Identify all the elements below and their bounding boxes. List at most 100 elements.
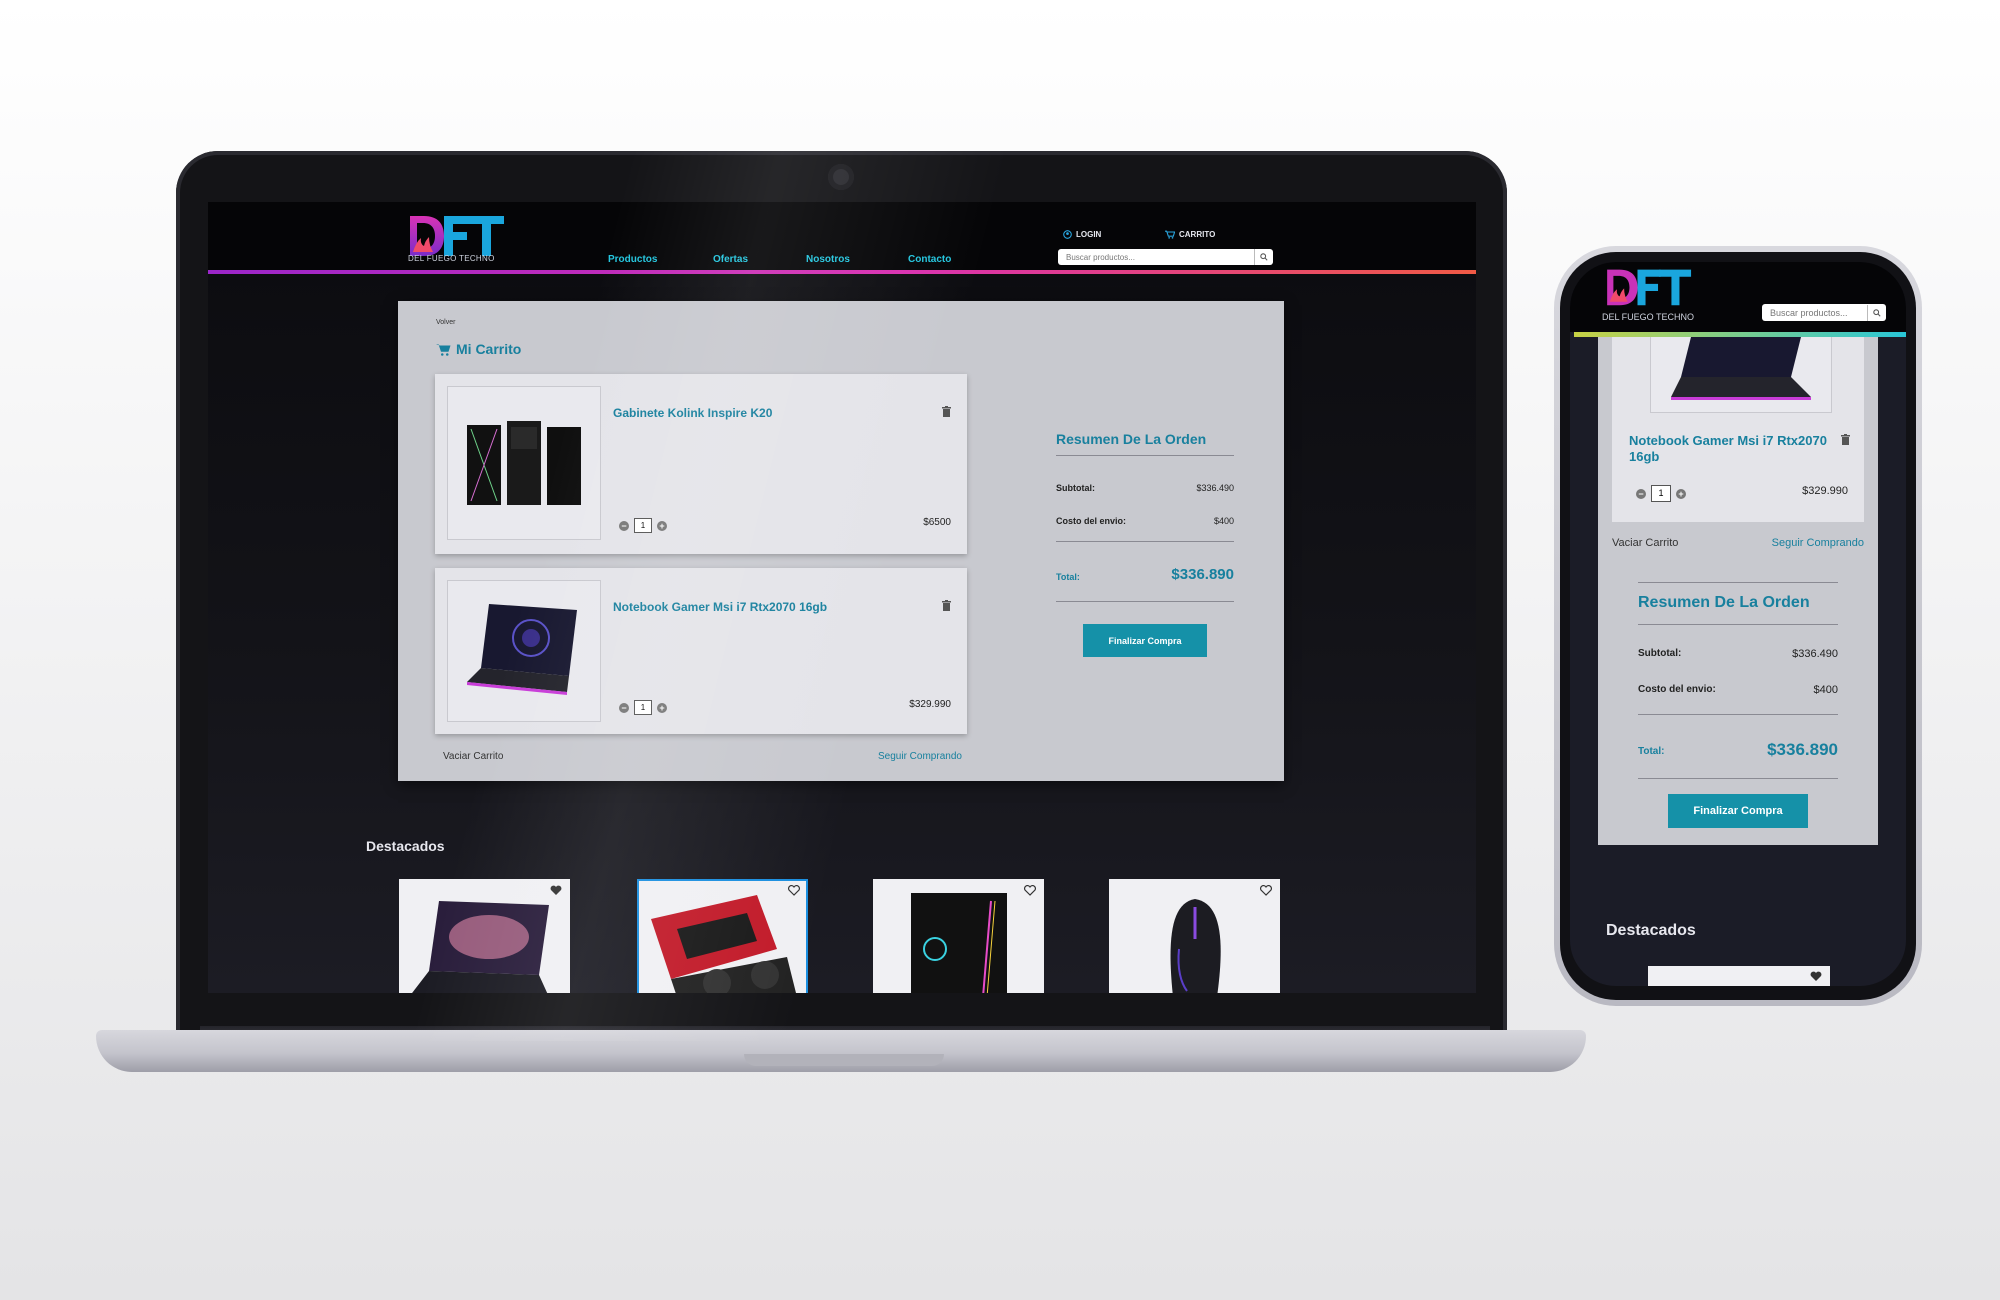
divider bbox=[1638, 582, 1838, 583]
quantity-input[interactable]: 1 bbox=[634, 700, 652, 715]
subtotal-value: $336.490 bbox=[1196, 483, 1234, 493]
nav-contacto[interactable]: Contacto bbox=[908, 254, 951, 265]
quantity-input[interactable]: 1 bbox=[1651, 485, 1671, 502]
mouse-icon bbox=[1170, 899, 1221, 993]
cart-item: Notebook Gamer Msi i7 Rtx2070 16gb − 1 +… bbox=[1612, 337, 1864, 522]
divider bbox=[1638, 714, 1838, 715]
nav-productos[interactable]: Productos bbox=[608, 254, 657, 265]
continue-shopping-link[interactable]: Seguir Comprando bbox=[1772, 537, 1864, 549]
item-name: Gabinete Kolink Inspire K20 bbox=[613, 406, 773, 420]
product-thumbnail bbox=[1650, 337, 1832, 413]
featured-product-card[interactable] bbox=[1109, 879, 1280, 993]
shipping-label: Costo del envio: bbox=[1638, 684, 1716, 695]
shipping-label: Costo del envio: bbox=[1056, 516, 1127, 526]
nav-ofertas[interactable]: Ofertas bbox=[713, 254, 748, 265]
dft-logo-icon bbox=[1607, 269, 1692, 306]
cart-icon bbox=[1165, 230, 1175, 239]
divider bbox=[1638, 624, 1838, 625]
cart-item: Notebook Gamer Msi i7 Rtx2070 16gb − 1 +… bbox=[435, 568, 967, 734]
empty-cart-link[interactable]: Vaciar Carrito bbox=[1612, 537, 1678, 549]
heart-outline-icon[interactable] bbox=[1024, 885, 1036, 896]
nav-nosotros[interactable]: Nosotros bbox=[806, 254, 850, 265]
subtotal-label: Subtotal: bbox=[1638, 648, 1682, 659]
search-icon bbox=[1260, 253, 1268, 261]
total-value: $336.890 bbox=[1171, 566, 1234, 583]
empty-cart-link[interactable]: Vaciar Carrito bbox=[443, 751, 503, 762]
total-label: Total: bbox=[1056, 572, 1080, 582]
summary-title: Resumen De La Orden bbox=[1638, 594, 1810, 611]
featured-title: Destacados bbox=[1606, 922, 1696, 939]
heart-outline-icon[interactable] bbox=[1260, 885, 1272, 896]
header-gradient-bar bbox=[208, 270, 1476, 274]
total-label: Total: bbox=[1638, 746, 1665, 757]
subtotal-label: Subtotal: bbox=[1056, 483, 1095, 493]
cart-item: Gabinete Kolink Inspire K20 − 1 + $6500 bbox=[435, 374, 967, 554]
summary-title: Resumen De La Orden bbox=[1056, 431, 1207, 447]
total-value: $336.890 bbox=[1767, 740, 1838, 759]
quantity-input[interactable]: 1 bbox=[634, 518, 652, 533]
heart-icon[interactable] bbox=[550, 885, 562, 896]
cart-title-text: Mi Carrito bbox=[456, 341, 522, 357]
increase-button[interactable]: + bbox=[657, 702, 667, 713]
heart-outline-icon[interactable] bbox=[788, 885, 800, 896]
back-link[interactable]: Volver bbox=[436, 319, 455, 326]
cart-label: CARRITO bbox=[1179, 230, 1216, 239]
continue-shopping-link[interactable]: Seguir Comprando bbox=[878, 751, 962, 762]
quantity-stepper: − 1 + bbox=[1636, 485, 1686, 502]
item-name: Notebook Gamer Msi i7 Rtx2070 16gb bbox=[1629, 433, 1827, 464]
graphics-card-icon bbox=[651, 895, 796, 993]
product-thumbnail bbox=[447, 580, 601, 722]
decrease-button[interactable]: − bbox=[619, 702, 629, 713]
laptop-icon bbox=[1671, 337, 1811, 400]
featured-title: Destacados bbox=[366, 838, 445, 854]
increase-button[interactable]: + bbox=[657, 520, 667, 531]
divider bbox=[1638, 778, 1838, 779]
camera-icon bbox=[828, 164, 854, 190]
heart-icon[interactable] bbox=[1810, 971, 1822, 982]
item-price: $329.990 bbox=[1802, 485, 1848, 497]
cart-icon bbox=[436, 343, 451, 356]
search-button[interactable] bbox=[1254, 249, 1273, 265]
increase-button[interactable]: + bbox=[1676, 488, 1686, 499]
mobile-cart-panel: Notebook Gamer Msi i7 Rtx2070 16gb − 1 +… bbox=[1598, 337, 1878, 845]
item-price: $329.990 bbox=[909, 699, 951, 710]
featured-product-card[interactable] bbox=[1648, 966, 1830, 986]
pc-tower-icon bbox=[911, 893, 1007, 993]
trash-icon[interactable] bbox=[1841, 434, 1850, 445]
featured-product-card[interactable] bbox=[637, 879, 808, 993]
shipping-value: $400 bbox=[1213, 516, 1234, 526]
checkout-button[interactable]: Finalizar Compra bbox=[1083, 624, 1207, 657]
cart-title: Mi Carrito bbox=[436, 341, 521, 357]
divider bbox=[1056, 541, 1234, 542]
laptop-screen: DEL FUEGO TECHNO Productos Ofertas Nosot… bbox=[208, 202, 1476, 993]
featured-product-card[interactable] bbox=[399, 879, 570, 993]
search-button[interactable] bbox=[1867, 304, 1886, 321]
divider bbox=[1056, 455, 1234, 456]
search-icon bbox=[1873, 308, 1881, 317]
laptop-notch bbox=[744, 1054, 944, 1066]
cart-panel: Volver Mi Carrito Gabinete Kolink Inspir… bbox=[398, 301, 1284, 781]
item-name: Notebook Gamer Msi i7 Rtx2070 16gb bbox=[613, 600, 828, 614]
decrease-button[interactable]: − bbox=[619, 520, 629, 531]
trash-icon[interactable] bbox=[942, 406, 951, 417]
mobile-search-bar[interactable]: Buscar productos... bbox=[1762, 304, 1886, 321]
brand-tagline: DEL FUEGO TECHNO bbox=[408, 254, 495, 263]
search-bar[interactable]: Buscar productos... bbox=[1058, 249, 1273, 265]
search-input[interactable]: Buscar productos... bbox=[1762, 308, 1867, 318]
item-price: $6500 bbox=[923, 517, 951, 528]
trash-icon[interactable] bbox=[942, 600, 951, 611]
divider bbox=[1056, 601, 1234, 602]
search-input[interactable]: Buscar productos... bbox=[1058, 253, 1254, 262]
shipping-value: $400 bbox=[1813, 684, 1838, 696]
gaming-laptop-icon bbox=[412, 901, 549, 993]
cart-link[interactable]: CARRITO bbox=[1165, 230, 1215, 239]
featured-product-card[interactable] bbox=[873, 879, 1044, 993]
decrease-button[interactable]: − bbox=[1636, 488, 1646, 499]
laptop-icon bbox=[467, 604, 577, 695]
quantity-stepper: − 1 + bbox=[619, 518, 667, 533]
phone-screen: DEL FUEGO TECHNO Buscar productos... Not… bbox=[1570, 262, 1906, 986]
checkout-button[interactable]: Finalizar Compra bbox=[1668, 794, 1808, 828]
subtotal-value: $336.490 bbox=[1792, 648, 1838, 660]
login-link[interactable]: LOGIN bbox=[1063, 230, 1101, 239]
user-icon bbox=[1063, 230, 1072, 239]
